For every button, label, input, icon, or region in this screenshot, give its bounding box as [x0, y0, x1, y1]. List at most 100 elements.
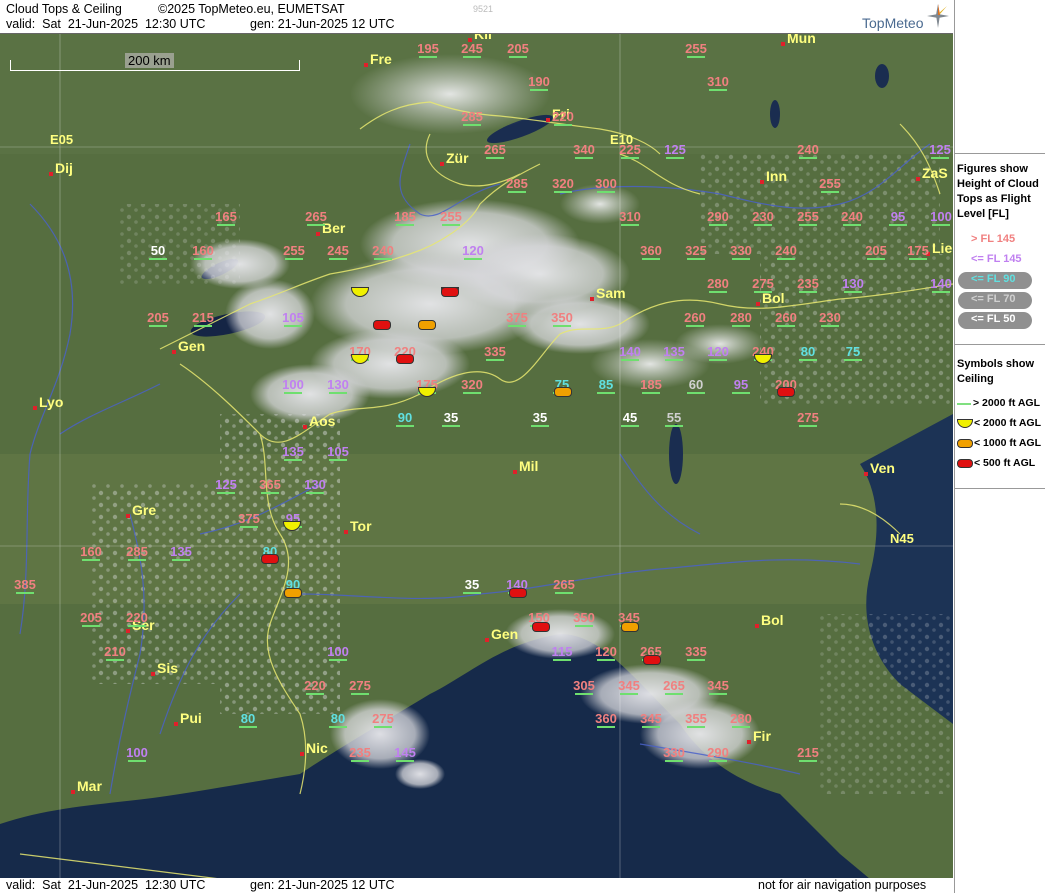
- city-marker: [756, 302, 760, 306]
- cloud-top-label: 220: [126, 610, 148, 627]
- city-marker: [316, 232, 320, 236]
- city-marker: [747, 740, 751, 744]
- cloud-top-label: 205: [865, 243, 887, 260]
- generated-time: gen: 21-Jun-2025 12 UTC: [250, 17, 395, 31]
- city-marker: [590, 297, 594, 301]
- city-label: Fir: [753, 728, 771, 744]
- cloud-top-label: 100: [282, 377, 304, 394]
- city-label: Sam: [596, 285, 626, 301]
- city-marker: [49, 172, 53, 176]
- cloud-top-label: 350: [551, 310, 573, 327]
- cloud-top-label: 120: [595, 644, 617, 661]
- cloud-top-label: 35: [442, 410, 460, 427]
- legend-symbol-swatch: [957, 419, 973, 428]
- cloud-top-label: 285: [506, 176, 528, 193]
- cloud-top-label: 95: [889, 209, 907, 226]
- cloud-top-label: 215: [797, 745, 819, 762]
- city-marker: [151, 672, 155, 676]
- cloud-top-label: 330: [730, 243, 752, 260]
- cloud-top-label: 330: [663, 745, 685, 762]
- ceiling-symbol: [441, 287, 459, 297]
- cloud-top-label: 260: [684, 310, 706, 327]
- cloud-top-label: 220: [552, 109, 574, 126]
- image-code: 9521: [473, 4, 494, 14]
- city-label: Zür: [446, 150, 469, 166]
- city-marker: [126, 514, 130, 518]
- ceiling-symbol: [284, 588, 302, 598]
- legend-symbol-swatch: [957, 403, 971, 405]
- scale-label: 200 km: [125, 53, 174, 68]
- cloud-top-label: 385: [14, 577, 36, 594]
- cloud-top-label: 265: [305, 209, 327, 226]
- cloud-top-label: 360: [640, 243, 662, 260]
- cloud-top-label: 275: [349, 678, 371, 695]
- cloud-top-label: 350: [573, 610, 595, 627]
- cloud-top-label: 105: [282, 310, 304, 327]
- city-label: Bol: [761, 612, 784, 628]
- cloud-top-label: 265: [663, 678, 685, 695]
- cloud-top-label: 265: [553, 577, 575, 594]
- cloud-top-label: 255: [685, 41, 707, 58]
- cloud-top-label: 130: [842, 276, 864, 293]
- cloud-top-label: 215: [192, 310, 214, 327]
- legend-symbol-label: < 1000 ft AGL: [974, 437, 1042, 449]
- city-label: Inn: [766, 168, 787, 184]
- legend-panel: Figures show Height of Cloud Tops as Fli…: [954, 0, 1045, 893]
- lake-garda: [669, 424, 683, 484]
- cloud-top-label: 245: [327, 243, 349, 260]
- cloud-top-label: 345: [640, 711, 662, 728]
- cloud-top-label: 80: [799, 344, 817, 361]
- ceiling-symbol: [509, 588, 527, 598]
- cloud-top-label: 195: [417, 41, 439, 58]
- grid-label-n45: N45: [890, 531, 914, 546]
- legend-symbol-label: > 2000 ft AGL: [973, 397, 1041, 409]
- cloud-top-label: 35: [531, 410, 549, 427]
- cloud-top-label: 240: [372, 243, 394, 260]
- legend-level-label: <= FL 50: [971, 313, 1016, 325]
- cloud-top-label: 285: [126, 544, 148, 561]
- city-marker: [71, 790, 75, 794]
- cloud-top-label: 135: [282, 444, 304, 461]
- city-marker: [344, 530, 348, 534]
- cloud-top-label: 225: [619, 142, 641, 159]
- city-label: Pui: [180, 710, 202, 726]
- ceiling-symbol: [532, 622, 550, 632]
- cloud-top-label: 115: [551, 644, 573, 661]
- city-label: Sis: [157, 660, 179, 676]
- cloud-top-label: 90: [396, 410, 414, 427]
- cloud-top-label: 235: [797, 276, 819, 293]
- cloud-top-label: 255: [797, 209, 819, 226]
- city-label: Mun: [787, 33, 816, 46]
- cloud-top-label: 125: [664, 142, 686, 159]
- cloud-top-label: 75: [844, 344, 862, 361]
- city-label: Gen: [491, 626, 519, 642]
- grid-label-e05: E05: [50, 132, 74, 147]
- city-label: Gen: [178, 338, 206, 354]
- satellite-map[interactable]: 200 km E05 E10 N45 Fre Kli Mun Dij Zür Fri Inn…: [0, 33, 953, 880]
- cloud-top-label: 50: [149, 243, 167, 260]
- ceiling-symbol: [261, 554, 279, 564]
- cloud-top-label: 130: [327, 377, 349, 394]
- city-label: Gre: [132, 502, 157, 518]
- city-marker: [303, 425, 307, 429]
- cloud-top-label: 275: [752, 276, 774, 293]
- cloud-top-label: 130: [304, 477, 326, 494]
- cloud-top-label: 175: [907, 243, 929, 260]
- header-bar: Cloud Tops & Ceiling ©2025 TopMeteo.eu, …: [0, 0, 953, 33]
- cloud-top-label: 265: [484, 142, 506, 159]
- cloud-top-label: 190: [528, 74, 550, 91]
- cloud-top-label: 345: [707, 678, 729, 695]
- cloud-top-label: 335: [484, 344, 506, 361]
- city-marker: [174, 722, 178, 726]
- brand-logo: TopMeteo: [862, 15, 924, 31]
- cloud-top-label: 160: [80, 544, 102, 561]
- cloud-top-label: 275: [372, 711, 394, 728]
- cloud-top-label: 280: [730, 711, 752, 728]
- cloud-top-label: 255: [819, 176, 841, 193]
- cloud-top-label: 205: [80, 610, 102, 627]
- legend-level-label: > FL 145: [971, 233, 1016, 245]
- cloud-top-label: 80: [329, 711, 347, 728]
- cloud-top-label: 105: [327, 444, 349, 461]
- city-marker: [760, 180, 764, 184]
- cloud-top-label: 280: [730, 310, 752, 327]
